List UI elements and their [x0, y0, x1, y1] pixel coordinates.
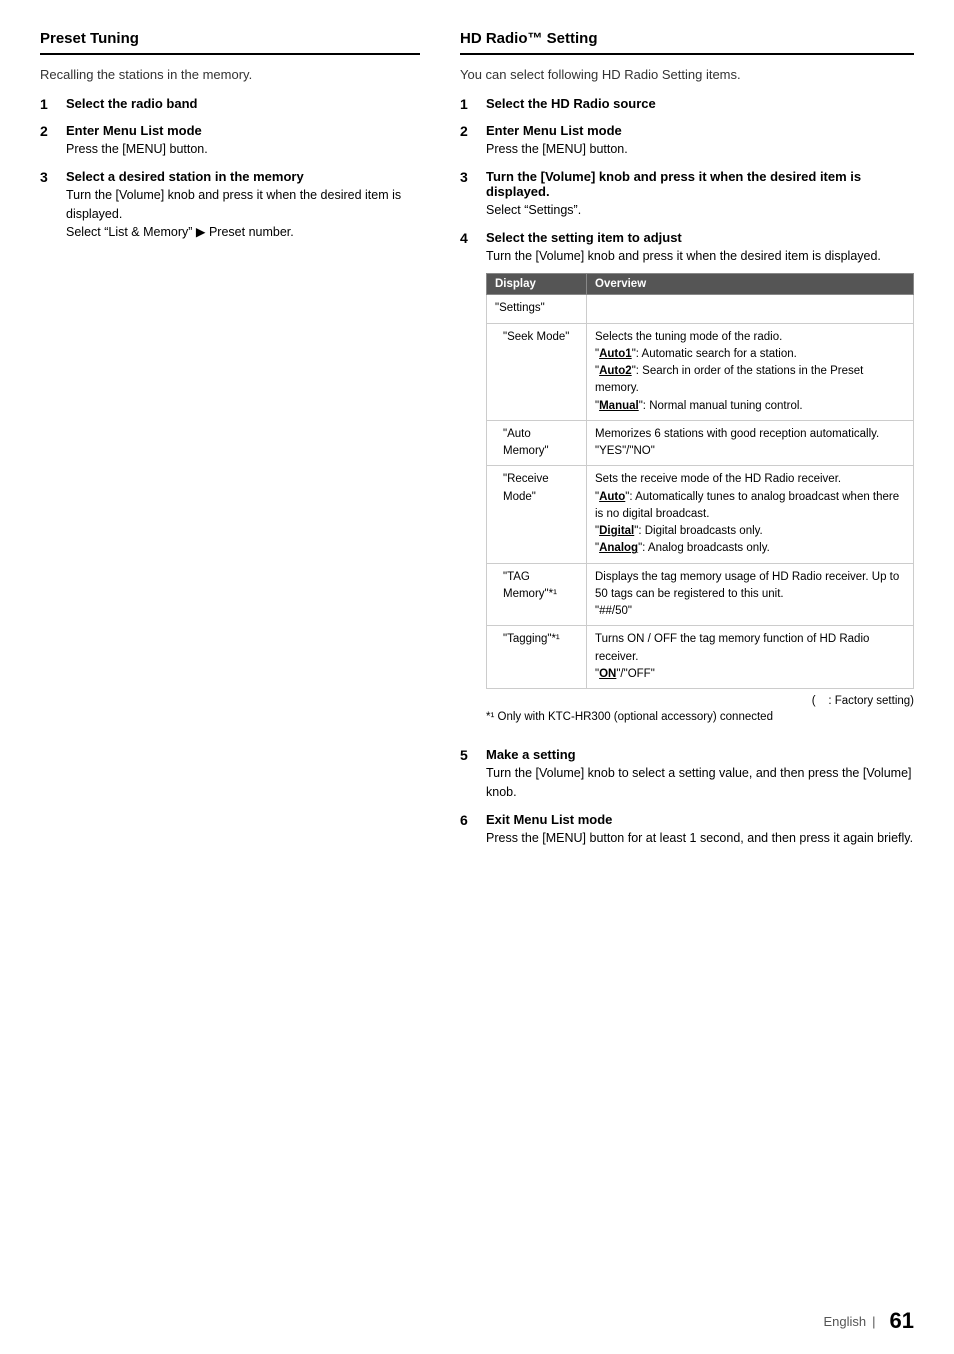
hd-step-3: 3 Turn the [Volume] knob and press it wh… [460, 169, 914, 220]
preset-tuning-intro: Recalling the stations in the memory. [40, 67, 420, 82]
table-cell-seek-overview: Selects the tuning mode of the radio. "A… [587, 323, 914, 420]
step-number-2: 2 [40, 123, 62, 139]
step-title-3: Select a desired station in the memory [66, 169, 420, 184]
footer-inner: English | 61 [823, 1308, 914, 1334]
hd-step-title-2: Enter Menu List mode [486, 123, 914, 138]
hd-step-number-4: 4 [460, 230, 482, 246]
footer-lang: English [823, 1314, 866, 1329]
hd-step-6: 6 Exit Menu List mode Press the [MENU] b… [460, 812, 914, 848]
footer-page: 61 [890, 1308, 914, 1334]
preset-step-2: 2 Enter Menu List mode Press the [MENU] … [40, 123, 420, 159]
preset-step-3: 3 Select a desired station in the memory… [40, 169, 420, 242]
hd-step-content-1: Select the HD Radio source [486, 96, 914, 113]
hd-step-number-2: 2 [460, 123, 482, 139]
preset-tuning-title: Preset Tuning [40, 30, 420, 55]
step-detail-3b: Select “List & Memory” ▶ Preset number. [66, 223, 420, 242]
table-row-tag-memory: "TAG Memory"*¹ Displays the tag memory u… [487, 563, 914, 626]
hd-step-title-5: Make a setting [486, 747, 914, 762]
left-column: Preset Tuning Recalling the stations in … [40, 30, 420, 1314]
hd-step-5: 5 Make a setting Turn the [Volume] knob … [460, 747, 914, 802]
step-content-1: Select the radio band [66, 96, 420, 113]
hd-step-number-3: 3 [460, 169, 482, 185]
table-row-auto-memory: "Auto Memory" Memorizes 6 stations with … [487, 420, 914, 466]
table-row-tagging: "Tagging"*¹ Turns ON / OFF the tag memor… [487, 626, 914, 689]
table-cell-receive-overview: Sets the receive mode of the HD Radio re… [587, 466, 914, 563]
hd-step-content-3: Turn the [Volume] knob and press it when… [486, 169, 914, 220]
page-container: Preset Tuning Recalling the stations in … [0, 0, 954, 1354]
hd-step-content-2: Enter Menu List mode Press the [MENU] bu… [486, 123, 914, 159]
footer-separator: | [872, 1314, 875, 1329]
table-cell-receive-display: "Receive Mode" [487, 466, 587, 563]
hd-radio-title: HD Radio™ Setting [460, 30, 914, 55]
hd-step-content-4: Select the setting item to adjust Turn t… [486, 230, 914, 738]
step-content-2: Enter Menu List mode Press the [MENU] bu… [66, 123, 420, 159]
preset-step-1: 1 Select the radio band [40, 96, 420, 113]
right-column: HD Radio™ Setting You can select followi… [460, 30, 914, 1314]
table-cell-tag-memory-display: "TAG Memory"*¹ [487, 563, 587, 626]
hd-step-title-4: Select the setting item to adjust [486, 230, 914, 245]
factory-note: ( : Factory setting) [486, 695, 914, 707]
hd-step-title-6: Exit Menu List mode [486, 812, 914, 827]
table-cell-auto-memory-display: "Auto Memory" [487, 420, 587, 466]
table-header-overview: Overview [587, 274, 914, 295]
hd-step-2: 2 Enter Menu List mode Press the [MENU] … [460, 123, 914, 159]
table-cell-tagging-overview: Turns ON / OFF the tag memory function o… [587, 626, 914, 689]
hd-step-number-1: 1 [460, 96, 482, 112]
hd-step-detail-3: Select “Settings”. [486, 201, 914, 220]
table-row-settings: "Settings" [487, 295, 914, 323]
table-cell-auto-memory-overview: Memorizes 6 stations with good reception… [587, 420, 914, 466]
table-cell-tag-memory-overview: Displays the tag memory usage of HD Radi… [587, 563, 914, 626]
step-content-3: Select a desired station in the memory T… [66, 169, 420, 242]
footer: English | 61 [823, 1308, 914, 1334]
hd-step-number-6: 6 [460, 812, 482, 828]
table-row-receive-mode: "Receive Mode" Sets the receive mode of … [487, 466, 914, 563]
hd-step-detail-4: Turn the [Volume] knob and press it when… [486, 247, 914, 266]
hd-radio-intro: You can select following HD Radio Settin… [460, 67, 914, 82]
table-header-display: Display [487, 274, 587, 295]
hd-step-detail-6: Press the [MENU] button for at least 1 s… [486, 829, 914, 848]
hd-step-content-5: Make a setting Turn the [Volume] knob to… [486, 747, 914, 802]
footnote: *¹ Only with KTC-HR300 (optional accesso… [486, 711, 914, 723]
hd-step-number-5: 5 [460, 747, 482, 763]
hd-step-title-3: Turn the [Volume] knob and press it when… [486, 169, 914, 199]
hd-step-4: 4 Select the setting item to adjust Turn… [460, 230, 914, 738]
step-detail-3a: Turn the [Volume] knob and press it when… [66, 186, 420, 224]
hd-step-1: 1 Select the HD Radio source [460, 96, 914, 113]
hd-step-title-1: Select the HD Radio source [486, 96, 914, 111]
step-title-1: Select the radio band [66, 96, 420, 111]
table-cell-tagging-display: "Tagging"*¹ [487, 626, 587, 689]
step-title-2: Enter Menu List mode [66, 123, 420, 138]
hd-step-detail-5: Turn the [Volume] knob to select a setti… [486, 764, 914, 802]
table-row-seek-mode: "Seek Mode" Selects the tuning mode of t… [487, 323, 914, 420]
table-cell-seek-display: "Seek Mode" [487, 323, 587, 420]
settings-table: Display Overview "Settings" [486, 273, 914, 689]
hd-step-content-6: Exit Menu List mode Press the [MENU] but… [486, 812, 914, 848]
step-detail-2: Press the [MENU] button. [66, 140, 420, 159]
step-number-3: 3 [40, 169, 62, 185]
table-cell-settings-overview [587, 295, 914, 323]
columns: Preset Tuning Recalling the stations in … [40, 30, 914, 1314]
hd-step-detail-2: Press the [MENU] button. [486, 140, 914, 159]
step-number-1: 1 [40, 96, 62, 112]
table-cell-settings-display: "Settings" [487, 295, 587, 323]
